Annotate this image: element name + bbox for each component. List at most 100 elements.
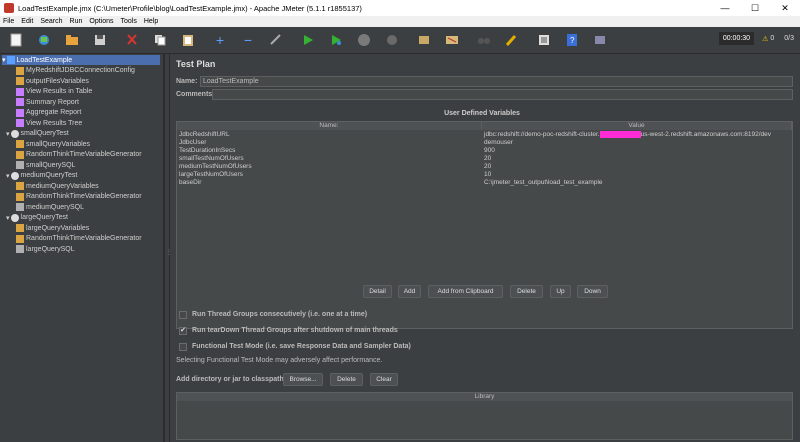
tree-node[interactable]: RandomThinkTimeVariableGenerator: [16, 192, 142, 202]
tree-node[interactable]: Summary Report: [16, 97, 79, 107]
cut-icon[interactable]: [122, 30, 142, 50]
clear-all-icon[interactable]: [442, 30, 462, 50]
collapse-all-icon[interactable]: −: [238, 30, 258, 50]
minimize-icon[interactable]: —: [710, 0, 740, 16]
copy-icon[interactable]: [150, 30, 170, 50]
start-icon[interactable]: [298, 30, 318, 50]
column-header-library[interactable]: Library: [177, 393, 792, 401]
shutdown-icon[interactable]: [382, 30, 402, 50]
variable-name-cell[interactable]: baseDir: [177, 179, 482, 187]
variable-value-cell[interactable]: 20: [482, 163, 792, 171]
tree-node[interactable]: RandomThinkTimeVariableGenerator: [16, 150, 142, 160]
clear-icon[interactable]: [414, 30, 434, 50]
tree-node[interactable]: smallQueryVariables: [16, 139, 90, 149]
menu-edit[interactable]: Edit: [21, 18, 33, 25]
menu-help[interactable]: Help: [144, 18, 158, 25]
expand-all-icon[interactable]: +: [210, 30, 230, 50]
delete-button[interactable]: Delete: [510, 285, 543, 298]
variable-name-cell[interactable]: largeTestNumOfUsers: [177, 171, 482, 179]
tree-node[interactable]: MyRedshiftJDBCConnectionConfig: [16, 66, 135, 76]
variable-name-cell[interactable]: mediumTestNumOfUsers: [177, 163, 482, 171]
start-no-pauses-icon[interactable]: [326, 30, 346, 50]
variable-value-cell[interactable]: 20: [482, 155, 792, 163]
tree-node[interactable]: ▾ largeQueryTest: [6, 213, 68, 223]
functional-test-mode-checkbox[interactable]: [179, 343, 187, 351]
name-field[interactable]: LoadTestExample: [200, 76, 793, 87]
config-icon: [16, 77, 24, 85]
variable-name-cell[interactable]: TestDurationInSecs: [177, 147, 482, 155]
tree-node[interactable]: mediumQueryVariables: [16, 181, 99, 191]
menu-search[interactable]: Search: [40, 18, 62, 25]
tree-node[interactable]: View Results in Table: [16, 87, 92, 97]
add-button[interactable]: Add: [398, 285, 421, 298]
detail-button[interactable]: Detail: [363, 285, 392, 298]
test-plan-icon: [6, 56, 15, 64]
tree-node[interactable]: smallQuerySQL: [16, 160, 75, 170]
config-icon: [16, 66, 24, 75]
tree-node[interactable]: outputFilesVariables: [16, 76, 89, 86]
tree-node[interactable]: ▾ smallQueryTest: [6, 129, 69, 139]
warning-icon[interactable]: ⚠: [762, 35, 768, 43]
stop-icon[interactable]: [354, 30, 374, 50]
tree-node[interactable]: largeQueryVariables: [16, 223, 89, 233]
expand-toggle-icon[interactable]: ▾: [6, 214, 10, 222]
thread-group-icon: [10, 171, 19, 180]
up-button[interactable]: Up: [550, 285, 571, 298]
variable-name-cell[interactable]: smallTestNumOfUsers: [177, 155, 482, 163]
run-consecutively-checkbox[interactable]: [179, 311, 187, 319]
name-label: Name:: [176, 78, 198, 85]
run-teardown-checkbox[interactable]: ✔: [179, 327, 187, 335]
tree-node-label: Aggregate Report: [26, 109, 82, 116]
variable-value-cell[interactable]: demouser: [482, 139, 792, 147]
tree-node-label: smallQueryTest: [20, 130, 69, 137]
menu-options[interactable]: Options: [89, 18, 113, 25]
listener-icon: [16, 119, 24, 127]
column-header-name[interactable]: Name:: [177, 122, 482, 130]
save-icon[interactable]: [90, 30, 110, 50]
add-from-clipboard-button[interactable]: Add from Clipboard: [428, 285, 503, 298]
tree-node-label: MyRedshiftJDBCConnectionConfig: [26, 67, 135, 74]
paste-icon[interactable]: [178, 30, 198, 50]
library-table[interactable]: Library: [176, 392, 793, 440]
open-icon[interactable]: [62, 30, 82, 50]
search-icon[interactable]: [474, 30, 494, 50]
function-helper-icon[interactable]: [534, 30, 554, 50]
templates-icon[interactable]: [34, 30, 54, 50]
variable-name-cell[interactable]: JdbcRedshiftURL: [177, 131, 482, 139]
down-button[interactable]: Down: [577, 285, 608, 298]
variable-value-cell[interactable]: 900: [482, 147, 792, 155]
menu-tools[interactable]: Tools: [121, 18, 137, 25]
remote-icon[interactable]: [590, 30, 610, 50]
tree-node[interactable]: ▾ mediumQueryTest: [6, 171, 77, 181]
classpath-delete-button[interactable]: Delete: [330, 373, 363, 386]
comments-field[interactable]: [212, 89, 793, 100]
expand-toggle-icon[interactable]: ▾: [2, 56, 6, 64]
expand-toggle-icon[interactable]: ▾: [6, 130, 10, 138]
column-header-value[interactable]: Value: [482, 122, 792, 130]
variable-value-cell[interactable]: 10: [482, 171, 792, 179]
tree-node[interactable]: View Results Tree: [16, 118, 82, 128]
variable-value-cell[interactable]: C:\jmeter_test_output\load_test_example: [482, 179, 792, 187]
tree-node[interactable]: ▾ LoadTestExample: [2, 55, 160, 65]
new-icon[interactable]: [6, 30, 26, 50]
tree-node-label: RandomThinkTimeVariableGenerator: [26, 151, 142, 158]
tree-node[interactable]: mediumQuerySQL: [16, 202, 84, 212]
variable-name-cell[interactable]: JdbcUser: [177, 139, 482, 147]
tree-node[interactable]: Aggregate Report: [16, 108, 81, 118]
help-icon[interactable]: ?: [562, 30, 582, 50]
maximize-icon[interactable]: ☐: [740, 0, 770, 16]
menu-bar: File Edit Search Run Options Tools Help: [0, 16, 800, 27]
tree-node[interactable]: largeQuerySQL: [16, 244, 75, 254]
menu-run[interactable]: Run: [70, 18, 83, 25]
classpath-clear-button[interactable]: Clear: [370, 373, 398, 386]
expand-toggle-icon[interactable]: ▾: [6, 172, 10, 180]
close-icon[interactable]: ✕: [770, 0, 800, 16]
tree-node[interactable]: RandomThinkTimeVariableGenerator: [16, 234, 142, 244]
value-text: jdbc:redshift://demo-poc-redshift-cluste…: [484, 131, 600, 139]
browse-button[interactable]: Browse...: [283, 373, 323, 386]
toggle-icon[interactable]: [266, 30, 286, 50]
config-icon: [16, 182, 24, 190]
reset-search-icon[interactable]: [502, 30, 522, 50]
variable-value-cell[interactable]: jdbc:redshift://demo-poc-redshift-cluste…: [482, 131, 792, 139]
menu-file[interactable]: File: [3, 18, 14, 25]
